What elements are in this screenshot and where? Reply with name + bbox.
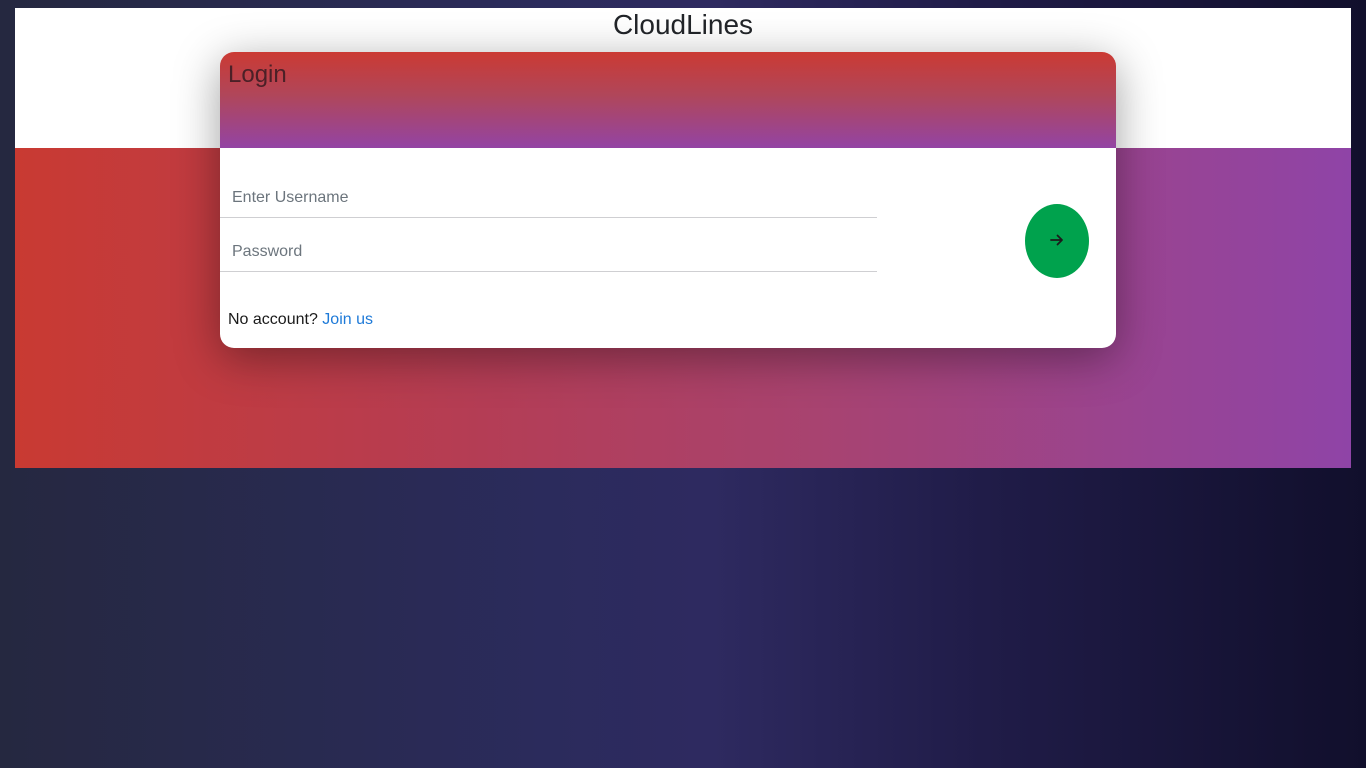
password-input[interactable] [220, 232, 877, 272]
login-submit-button[interactable] [1025, 204, 1089, 278]
login-title: Login [228, 61, 287, 88]
signup-prompt: No account? Join us [228, 310, 373, 330]
login-card: Login No account? Join us [220, 52, 1116, 348]
login-card-header: Login [220, 52, 1116, 148]
no-account-text: No account? [228, 311, 318, 328]
site-title: CloudLines [612, 9, 754, 40]
username-input[interactable] [220, 178, 877, 218]
join-us-link[interactable]: Join us [322, 311, 373, 328]
arrow-right-icon [1049, 232, 1065, 251]
